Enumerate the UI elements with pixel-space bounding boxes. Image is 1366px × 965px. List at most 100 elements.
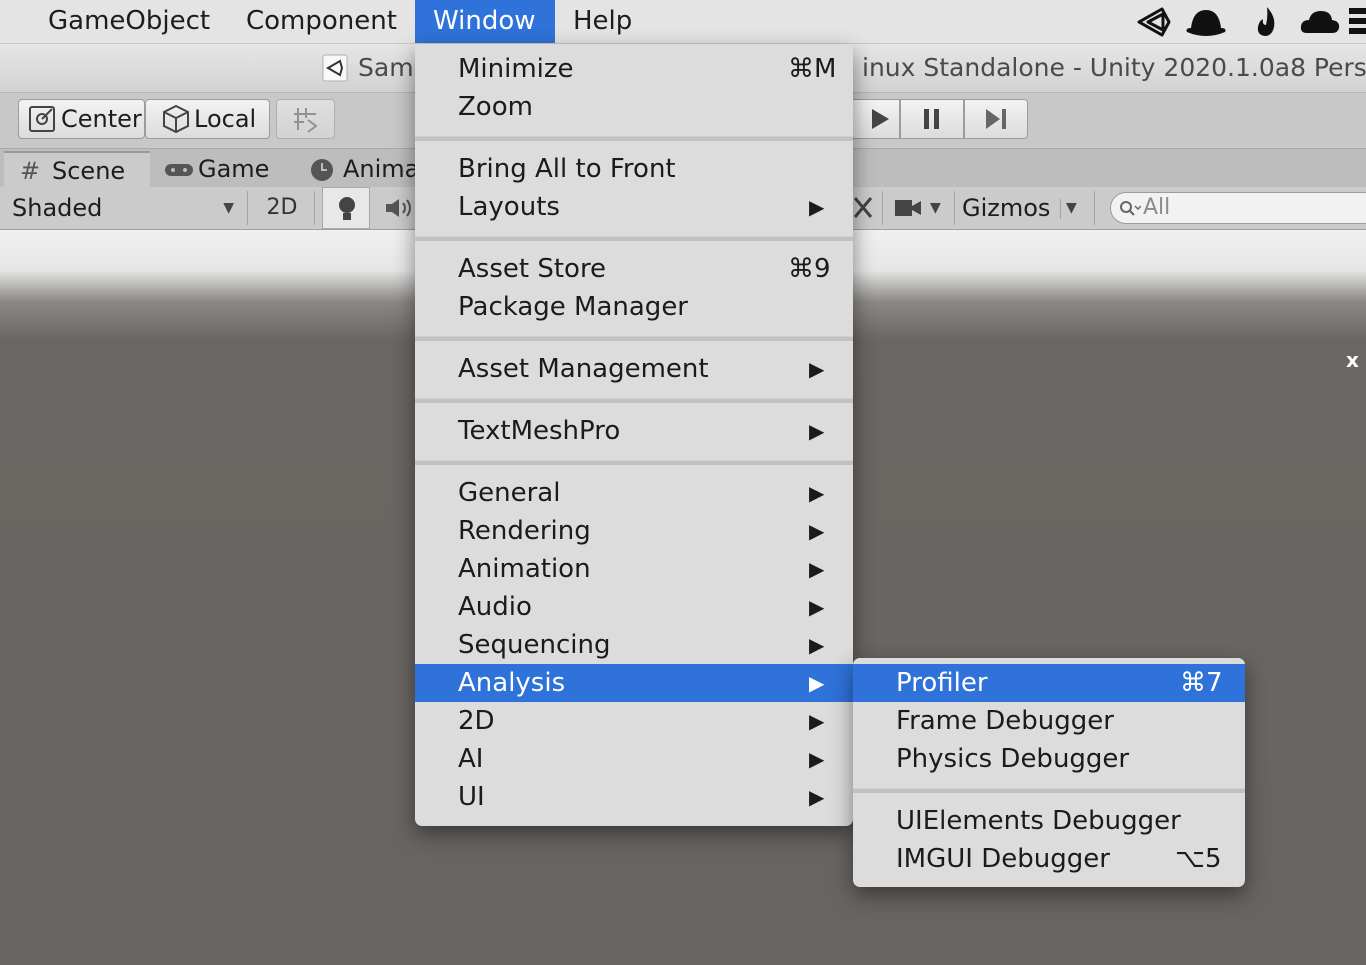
tab-scene[interactable]: # Scene — [4, 151, 150, 187]
hat-icon[interactable] — [1183, 6, 1229, 38]
menu-item-textmeshpro[interactable]: TextMeshPro ▶ — [415, 412, 853, 450]
menu-item-2d[interactable]: 2D ▶ — [415, 702, 853, 740]
tab-animation[interactable]: Anima — [302, 151, 420, 187]
menu-item-layouts[interactable]: Layouts ▶ — [415, 188, 853, 226]
menu-item-imgui-debugger[interactable]: IMGUI Debugger ⌥5 — [853, 840, 1245, 878]
menu-item-rendering-label: Rendering — [458, 516, 591, 546]
grid-snap-icon — [293, 108, 318, 133]
pivot-center-button[interactable]: Center — [18, 99, 145, 139]
menu-item-2d-label: 2D — [458, 706, 495, 736]
flame-icon[interactable] — [1254, 5, 1280, 39]
draw-mode-dropdown[interactable]: Shaded ▼ — [0, 187, 244, 229]
unity-icon[interactable] — [1136, 6, 1172, 38]
menu-item-uielements-debugger-label: UIElements Debugger — [896, 806, 1181, 836]
window-title: inux Standalone - Unity 2020.1.0a8 Perso — [862, 53, 1366, 82]
lightbulb-icon — [339, 197, 355, 220]
menu-item-uielements-debugger[interactable]: UIElements Debugger — [853, 802, 1245, 840]
chevron-down-icon: ▼ — [223, 200, 234, 216]
draw-mode-value: Shaded — [12, 194, 103, 222]
local-space-label: Local — [194, 105, 257, 133]
analysis-submenu: Profiler ⌘7 Frame Debugger Physics Debug… — [853, 658, 1245, 887]
menu-item-asset-store[interactable]: Asset Store ⌘9 — [415, 250, 853, 288]
menu-item-bring-all-to-front[interactable]: Bring All to Front — [415, 150, 853, 188]
submenu-arrow-icon: ▶ — [809, 419, 825, 443]
grid-snap-button[interactable] — [276, 99, 335, 139]
window-menu: Minimize ⌘M Zoom Bring All to Front Layo… — [415, 44, 853, 826]
submenu-arrow-icon: ▶ — [809, 747, 825, 771]
menu-item-rendering[interactable]: Rendering ▶ — [415, 512, 853, 550]
audio-toggle-button[interactable] — [374, 187, 416, 229]
pause-button[interactable] — [900, 99, 964, 139]
move-pivot-icon — [29, 106, 55, 132]
stack-icon[interactable] — [1347, 6, 1366, 38]
menu-item-asset-store-label: Asset Store — [458, 254, 607, 284]
menu-item-frame-debugger[interactable]: Frame Debugger — [853, 702, 1245, 740]
submenu-arrow-icon: ▶ — [809, 195, 825, 219]
menu-item-minimize-label: Minimize — [458, 54, 574, 84]
menu-item-analysis-label: Analysis — [458, 668, 566, 698]
menu-item-animation-label: Animation — [458, 554, 591, 584]
unity-scene-icon — [322, 54, 348, 82]
menu-item-bring-all-label: Bring All to Front — [458, 154, 676, 184]
menu-item-asset-management-label: Asset Management — [458, 354, 709, 384]
tab-animation-label: Anima — [343, 155, 420, 183]
game-controller-icon — [165, 164, 193, 176]
tab-game-label: Game — [198, 155, 270, 183]
tab-scene-label: Scene — [52, 157, 126, 185]
menu-item-zoom-label: Zoom — [458, 92, 533, 122]
submenu-arrow-icon: ▶ — [809, 633, 825, 657]
camera-icon — [895, 200, 921, 216]
menu-item-minimize[interactable]: Minimize ⌘M — [415, 50, 853, 88]
menu-item-ui[interactable]: UI ▶ — [415, 778, 853, 816]
scene-gizmo-x-label: x — [1346, 348, 1359, 372]
menu-item-package-manager[interactable]: Package Manager — [415, 288, 853, 326]
submenu-arrow-icon: ▶ — [809, 557, 825, 581]
search-icon — [1120, 201, 1141, 216]
submenu-arrow-icon: ▶ — [809, 709, 825, 733]
shortcut-imgui-debugger: ⌥5 — [1175, 844, 1222, 874]
menu-item-animation[interactable]: Animation ▶ — [415, 550, 853, 588]
local-space-button[interactable]: Local — [145, 99, 270, 139]
menu-item-zoom[interactable]: Zoom — [415, 88, 853, 126]
menu-item-profiler[interactable]: Profiler ⌘7 — [853, 664, 1245, 702]
menu-gameobject[interactable]: GameObject — [30, 0, 228, 43]
tools-icon[interactable] — [852, 195, 874, 221]
menu-item-audio-label: Audio — [458, 592, 532, 622]
menu-item-general-label: General — [458, 478, 561, 508]
menu-item-textmeshpro-label: TextMeshPro — [458, 416, 621, 446]
shortcut-minimize: ⌘M — [788, 54, 837, 84]
pivot-center-label: Center — [61, 105, 142, 133]
menu-item-sequencing-label: Sequencing — [458, 630, 611, 660]
submenu-arrow-icon: ▶ — [809, 481, 825, 505]
animation-clock-icon — [311, 159, 333, 181]
menu-item-analysis[interactable]: Analysis ▶ — [415, 664, 853, 702]
camera-dropdown[interactable]: ▼ — [886, 187, 952, 229]
step-button[interactable] — [964, 99, 1028, 139]
menu-item-ui-label: UI — [458, 782, 485, 812]
menu-item-physics-debugger[interactable]: Physics Debugger — [853, 740, 1245, 778]
menu-item-general[interactable]: General ▶ — [415, 474, 853, 512]
pause-icon — [924, 109, 939, 129]
menu-component[interactable]: Component — [228, 0, 415, 43]
scene-name: Sam — [358, 53, 414, 82]
search-input[interactable]: All — [1110, 192, 1366, 224]
menu-item-audio[interactable]: Audio ▶ — [415, 588, 853, 626]
menu-window[interactable]: Window — [415, 0, 555, 43]
tab-game[interactable]: Game — [152, 151, 302, 187]
submenu-arrow-icon: ▶ — [809, 785, 825, 809]
menu-item-frame-debugger-label: Frame Debugger — [896, 706, 1114, 736]
cloud-icon[interactable] — [1299, 8, 1341, 36]
menu-item-asset-management[interactable]: Asset Management ▶ — [415, 350, 853, 388]
gizmos-button[interactable]: Gizmos — [962, 187, 1062, 229]
menu-item-profiler-label: Profiler — [896, 668, 988, 698]
submenu-arrow-icon: ▶ — [809, 671, 825, 695]
menu-item-layouts-label: Layouts — [458, 192, 560, 222]
menu-item-ai[interactable]: AI ▶ — [415, 740, 853, 778]
shortcut-asset-store: ⌘9 — [788, 254, 831, 284]
menu-help[interactable]: Help — [555, 0, 650, 43]
menu-item-sequencing[interactable]: Sequencing ▶ — [415, 626, 853, 664]
local-space-icon — [163, 104, 189, 134]
2d-toggle-button[interactable]: 2D — [256, 187, 308, 229]
lighting-toggle-button[interactable] — [322, 187, 370, 229]
gizmos-chevron-down-icon[interactable]: ▼ — [1066, 187, 1092, 229]
